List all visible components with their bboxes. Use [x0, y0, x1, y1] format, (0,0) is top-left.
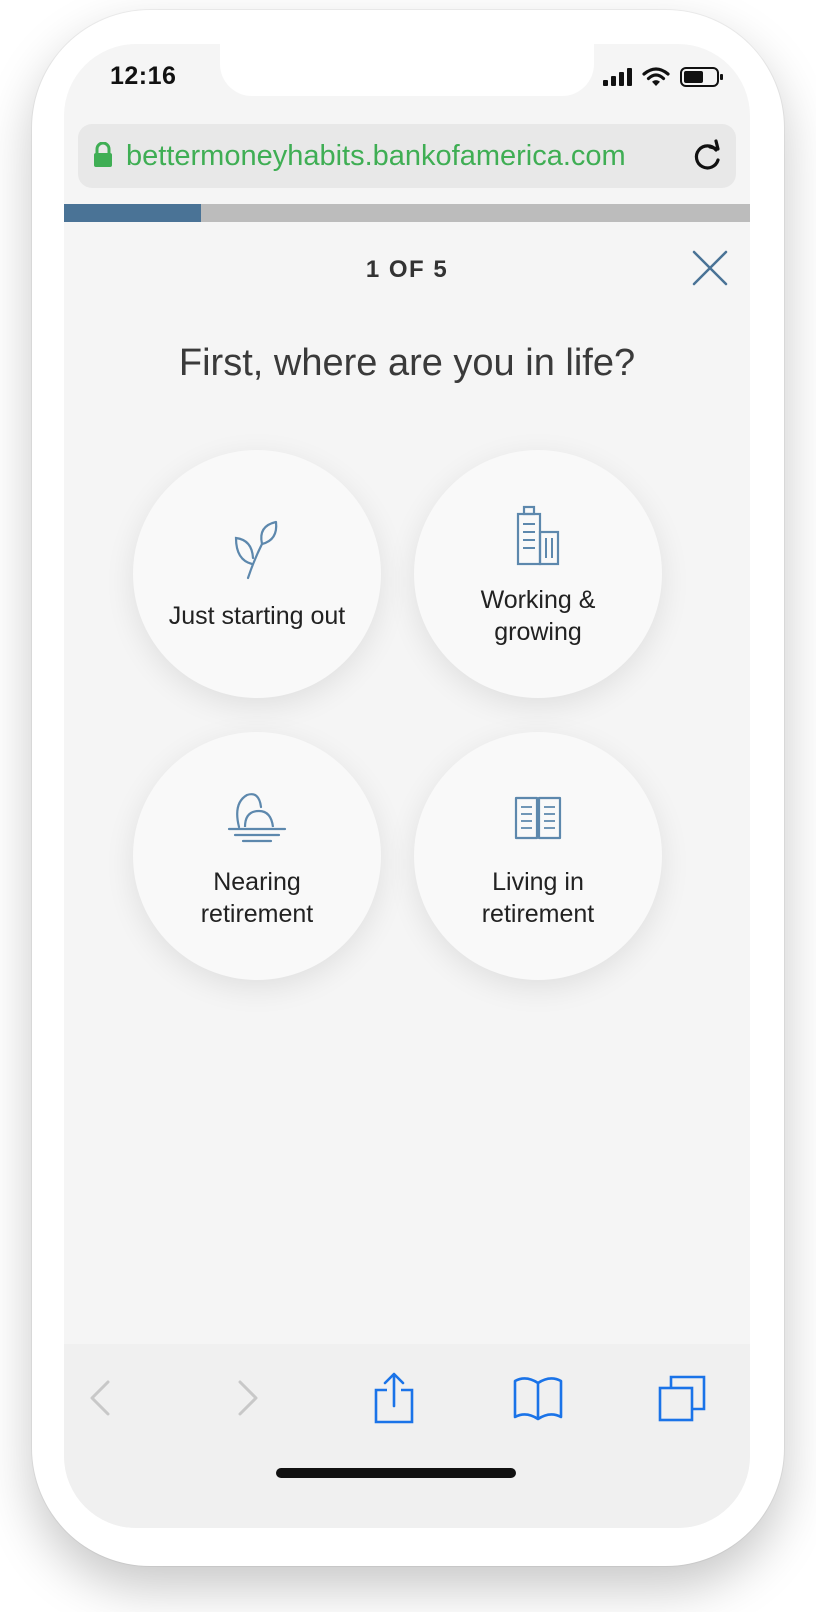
bookmarks-button[interactable] [508, 1368, 568, 1428]
status-bar: 12:16 [64, 44, 750, 122]
tabs-icon [658, 1375, 706, 1422]
url-text[interactable]: bettermoneyhabits.bankofamerica.com [126, 140, 666, 174]
option-label: Living in retirement [481, 868, 595, 928]
lock-icon [94, 142, 112, 167]
notch [220, 44, 594, 96]
signal-icon [603, 68, 632, 86]
close-icon[interactable] [686, 244, 734, 292]
share-button[interactable] [364, 1368, 424, 1428]
chevron-left-icon [90, 1380, 110, 1416]
option-living-in-retirement[interactable]: Living in retirement [414, 732, 662, 980]
building-icon [516, 505, 560, 566]
option-label: Nearing retirement [200, 868, 314, 928]
progress-fill [64, 204, 202, 222]
battery-icon [680, 67, 723, 87]
browser-toolbar [64, 1344, 750, 1528]
option-working-growing[interactable]: Working & growing [414, 450, 662, 698]
question-heading: First, where are you in life? [178, 342, 636, 384]
reload-icon[interactable] [688, 138, 726, 176]
option-nearing-retirement[interactable]: Nearing retirement [133, 732, 381, 980]
screen: 12:16 bettermoneyhabits.bankofamerica.co… [64, 44, 750, 1528]
sprout-icon [234, 520, 278, 580]
bookmarks-icon [513, 1377, 563, 1421]
option-label: Just starting out [168, 602, 346, 630]
back-button[interactable] [70, 1368, 130, 1428]
home-indicator[interactable] [276, 1468, 516, 1478]
tabs-button[interactable] [652, 1368, 712, 1428]
status-icons [602, 66, 724, 88]
wifi-icon [642, 67, 670, 86]
sunset-icon [227, 793, 287, 843]
progress-bar [64, 204, 750, 222]
book-icon [514, 796, 562, 840]
share-icon [374, 1372, 414, 1424]
url-bar[interactable]: bettermoneyhabits.bankofamerica.com [78, 124, 736, 188]
option-just-starting-out[interactable]: Just starting out [133, 450, 381, 698]
option-label: Working & growing [480, 586, 596, 646]
chevron-right-icon [238, 1380, 258, 1416]
step-counter: 1 OF 5 [365, 256, 449, 283]
forward-button[interactable] [218, 1368, 278, 1428]
status-time: 12:16 [110, 62, 177, 90]
